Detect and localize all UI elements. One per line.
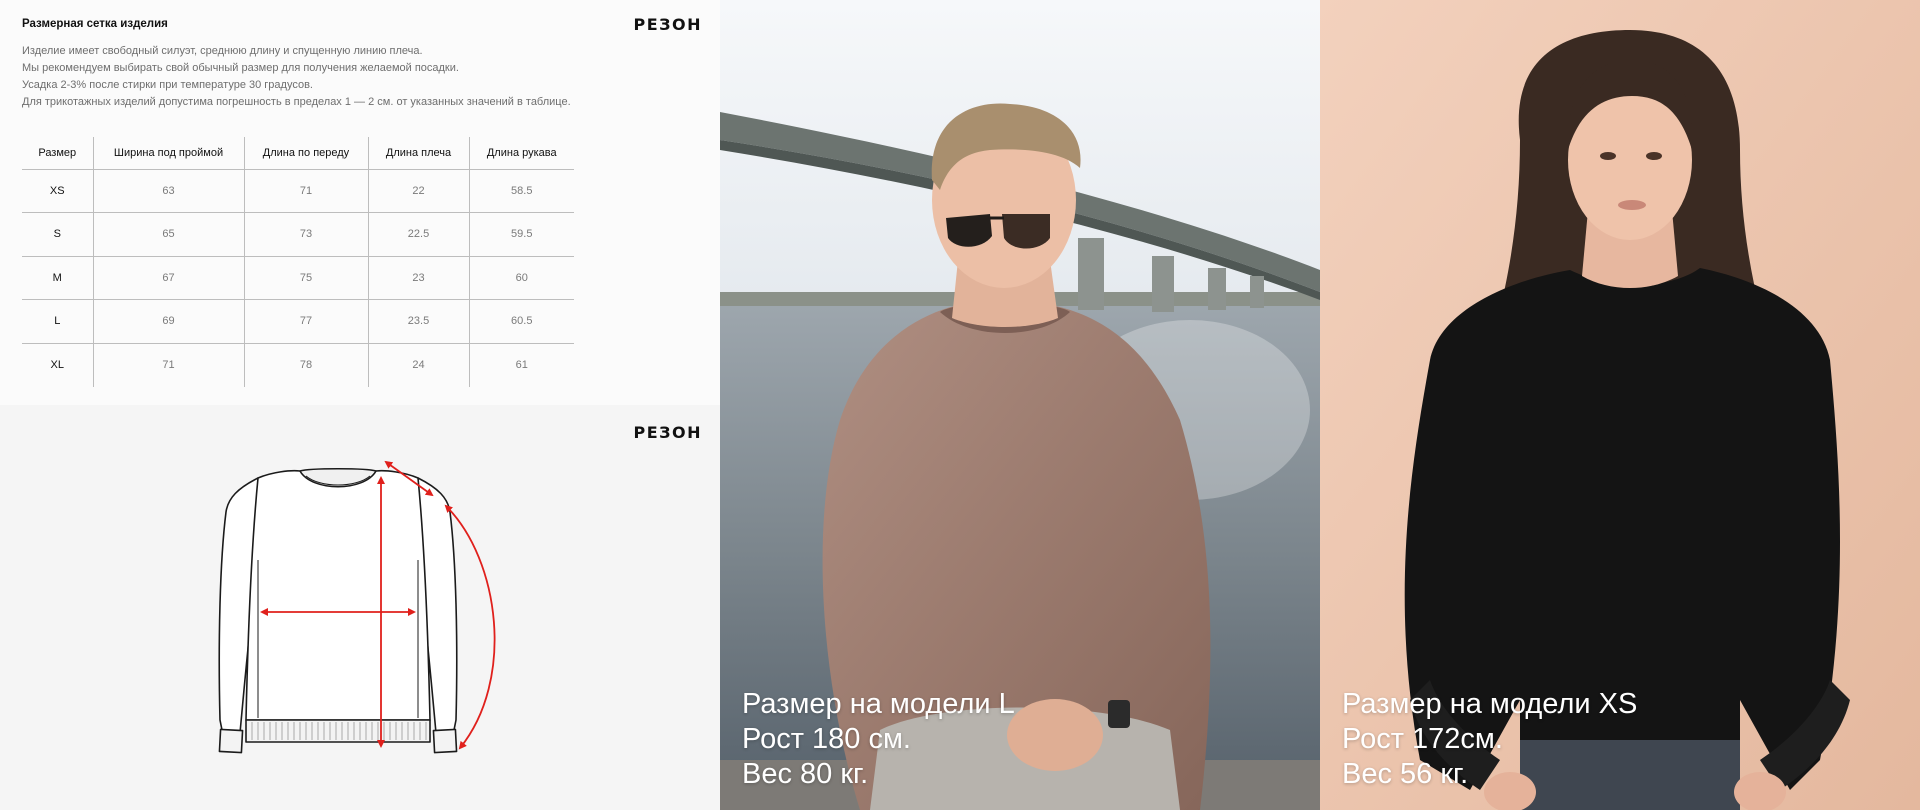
model-weight-line: Вес 56 кг. <box>1342 758 1469 790</box>
model-caption: Размер на модели XS Рост 172см. Вес 56 к… <box>1342 687 1637 792</box>
sweater-measurement-diagram <box>218 460 496 754</box>
table-cell: 67 <box>92 256 244 300</box>
column-header: Длина плеча <box>367 137 469 170</box>
table-cell: 23.5 <box>367 299 469 344</box>
model-weight-line: Вес 80 кг. <box>742 758 869 790</box>
table-cell: 69 <box>92 299 244 344</box>
size-chart-panel: Размерная сетка изделия РЕЗОН Изделие им… <box>0 0 720 405</box>
size-cell: M <box>22 256 93 300</box>
size-cell: XS <box>22 169 93 213</box>
table-row: XS 63 71 22 58.5 <box>22 169 574 213</box>
table-cell: 71 <box>92 343 244 387</box>
description-line: Мы рекомендуем выбирать свой обычный раз… <box>22 62 459 74</box>
table-cell: 60 <box>468 256 574 300</box>
size-cell: S <box>22 212 93 257</box>
measurement-drawing-panel: РЕЗОН <box>0 405 720 810</box>
table-row: S 65 73 22.5 59.5 <box>22 212 574 257</box>
table-cell: 22.5 <box>367 212 469 257</box>
table-cell: 59.5 <box>468 212 574 257</box>
table-cell: 22 <box>367 169 469 213</box>
table-cell: 65 <box>92 212 244 257</box>
column-header: Длина рукава <box>468 137 574 170</box>
left-column: Размерная сетка изделия РЕЗОН Изделие им… <box>0 0 720 810</box>
table-cell: 24 <box>367 343 469 387</box>
table-row: M 67 75 23 60 <box>22 256 574 300</box>
sweater-outline-icon <box>218 467 458 754</box>
model-size-line: Размер на модели XS <box>1342 688 1638 720</box>
column-header: Размер <box>22 137 93 170</box>
table-cell: 75 <box>243 256 368 300</box>
column-header: Длина по переду <box>243 137 368 170</box>
size-chart-title: Размерная сетка изделия <box>22 18 168 30</box>
table-cell: 77 <box>243 299 368 344</box>
model-height-line: Рост 172см. <box>1342 723 1503 755</box>
table-cell: 78 <box>243 343 368 387</box>
table-cell: 61 <box>468 343 574 387</box>
model-height-line: Рост 180 см. <box>742 723 911 755</box>
model-photo-woman: Размер на модели XS Рост 172см. Вес 56 к… <box>1320 0 1920 810</box>
table-row: XL 71 78 24 61 <box>22 343 574 387</box>
size-table: Размер Ширина под проймой Длина по перед… <box>22 137 574 387</box>
table-row: L 69 77 23.5 60.5 <box>22 299 574 344</box>
size-cell: L <box>22 299 93 344</box>
model-size-line: Размер на модели L <box>742 688 1015 720</box>
description-line: Усадка 2-3% после стирки при температуре… <box>22 79 313 91</box>
table-cell: 58.5 <box>468 169 574 213</box>
model-caption: Размер на модели L Рост 180 см. Вес 80 к… <box>742 687 1015 792</box>
table-cell: 73 <box>243 212 368 257</box>
brand-logo: РЕЗОН <box>633 423 702 442</box>
table-header-row: Размер Ширина под проймой Длина по перед… <box>22 137 574 170</box>
description-line: Для трикотажных изделий допустима погреш… <box>22 96 571 108</box>
model-photo-man: Размер на модели L Рост 180 см. Вес 80 к… <box>720 0 1320 810</box>
table-cell: 60.5 <box>468 299 574 344</box>
table-cell: 71 <box>243 169 368 213</box>
column-header: Ширина под проймой <box>92 137 244 170</box>
brand-logo: РЕЗОН <box>633 15 702 34</box>
size-cell: XL <box>50 359 64 371</box>
description-line: Изделие имеет свободный силуэт, среднюю … <box>22 45 423 57</box>
table-cell: 63 <box>92 169 244 213</box>
table-cell: 23 <box>367 256 469 300</box>
size-chart-description: Изделие имеет свободный силуэт, среднюю … <box>22 43 662 111</box>
